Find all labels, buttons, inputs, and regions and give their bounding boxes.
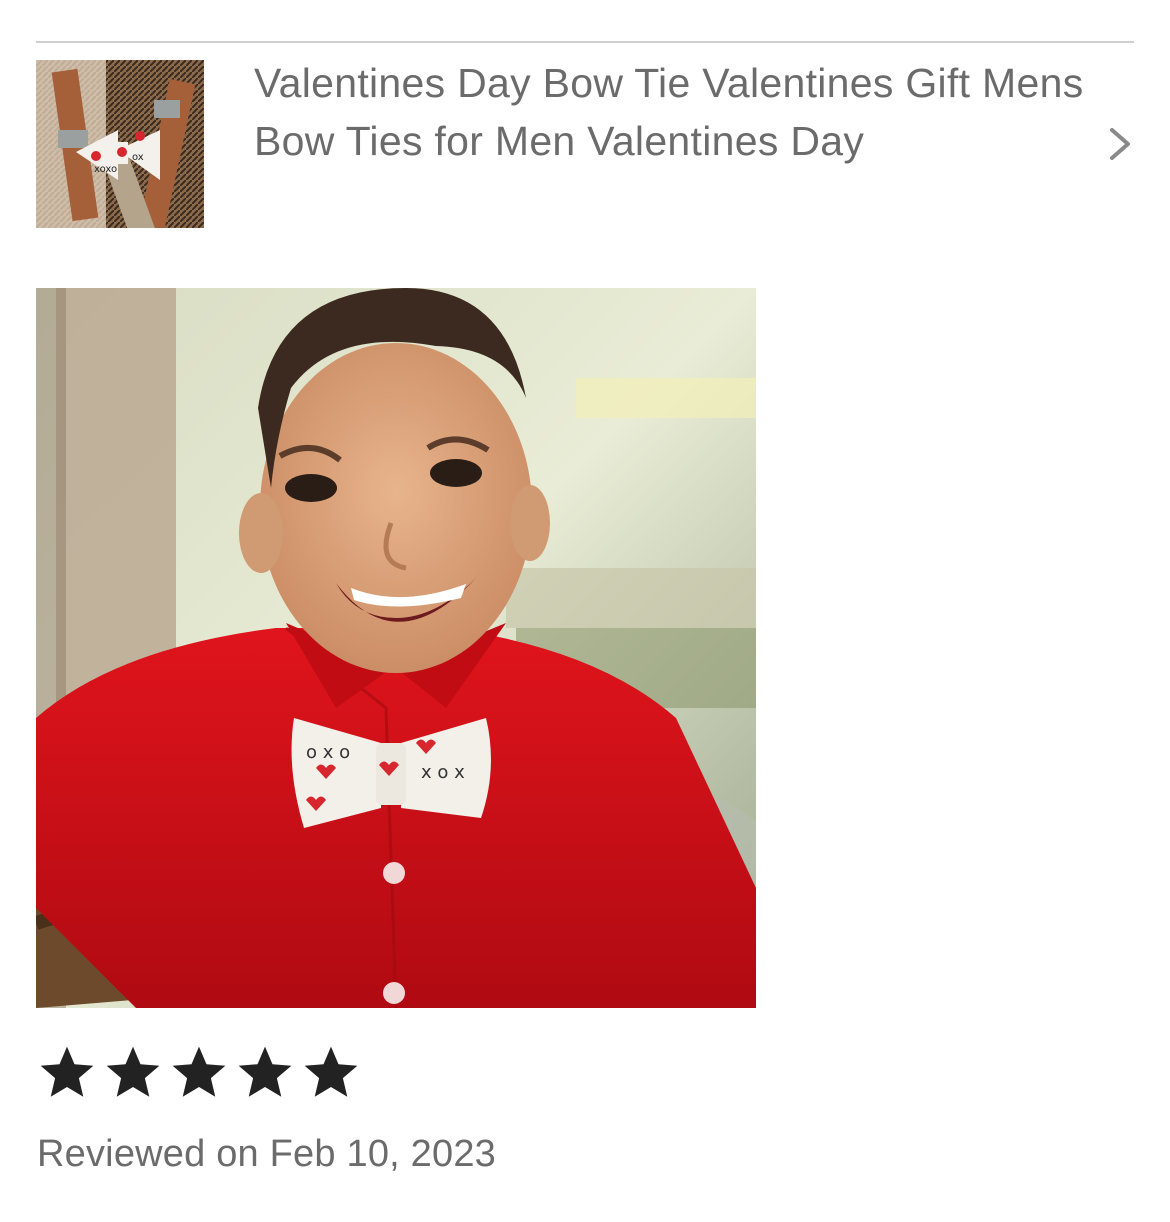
product-thumbnail[interactable]: xoxo ox <box>36 60 204 228</box>
svg-text:xoxo: xoxo <box>94 164 117 175</box>
star-icon <box>238 1046 292 1097</box>
svg-text:o x o: o x o <box>306 742 350 763</box>
review-date: Reviewed on Feb 10, 2023 <box>37 1133 497 1175</box>
star-icon <box>40 1046 94 1097</box>
listing-link[interactable]: xoxo ox Valentines Day Bow Tie Valentine… <box>36 60 1134 230</box>
divider <box>36 41 1134 43</box>
star-icon <box>304 1046 358 1097</box>
svg-text:x o x: x o x <box>421 762 465 783</box>
product-thumbnail-image: xoxo ox <box>36 60 204 228</box>
star-icon <box>172 1046 226 1097</box>
chevron-right-icon[interactable] <box>1106 126 1136 162</box>
star-icon <box>106 1046 160 1097</box>
listing-title[interactable]: Valentines Day Bow Tie Valentines Gift M… <box>254 54 1094 170</box>
svg-text:ox: ox <box>132 152 144 163</box>
review-photo-image: o x o x o x <box>36 288 756 1008</box>
star-rating <box>36 1042 362 1104</box>
review-photo[interactable]: o x o x o x <box>36 288 756 1008</box>
